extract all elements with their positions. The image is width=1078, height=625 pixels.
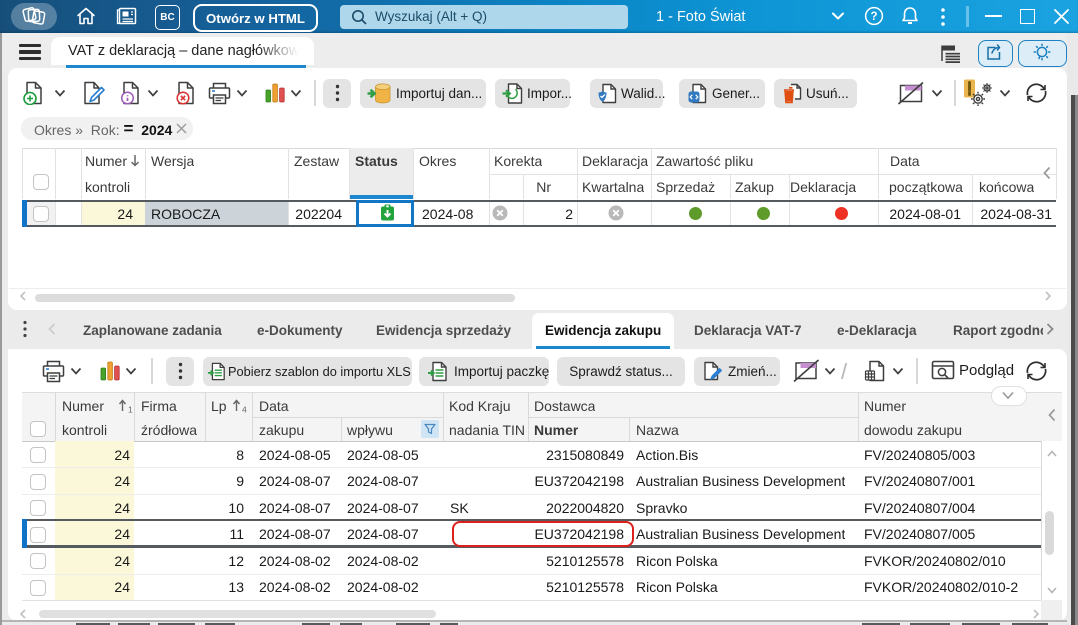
- svg-text:4: 4: [242, 405, 247, 415]
- svg-text:1: 1: [128, 405, 133, 415]
- svg-text:?: ?: [870, 11, 877, 23]
